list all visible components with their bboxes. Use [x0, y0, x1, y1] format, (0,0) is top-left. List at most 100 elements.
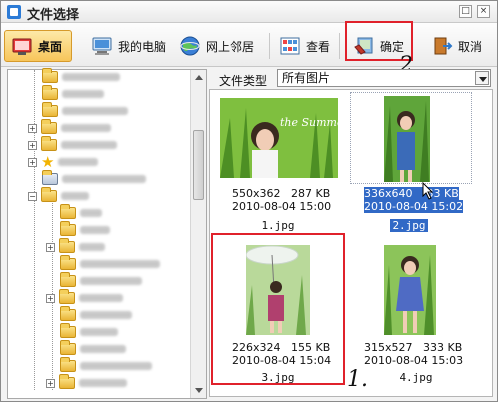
- tree-node[interactable]: [42, 68, 120, 84]
- tree-node-label: [61, 141, 117, 149]
- toolbar-separator: [269, 33, 270, 59]
- globe-icon: [179, 35, 201, 57]
- file-dims-size: 315x527 333 KB: [364, 341, 463, 354]
- photo-thumbnail[interactable]: the Summer story: [220, 98, 338, 178]
- collapse-toggle[interactable]: −: [28, 191, 37, 201]
- tree-node-label: [61, 192, 89, 200]
- tree-node-label: [62, 73, 120, 81]
- file-type-select[interactable]: 所有图片: [277, 69, 491, 87]
- desktop-label: 桌面: [38, 39, 63, 54]
- photo-thumbnail[interactable]: [384, 96, 430, 182]
- tree-node-label: [79, 294, 123, 302]
- tree-node-label: [80, 328, 118, 336]
- tree-scrollbar[interactable]: [190, 70, 206, 398]
- tree-node[interactable]: −: [28, 187, 89, 203]
- tree-node-label: [80, 277, 142, 285]
- chevron-down-icon[interactable]: [475, 71, 489, 85]
- tree-node[interactable]: [60, 323, 118, 339]
- expand-toggle[interactable]: +: [46, 378, 55, 388]
- folder-icon: [60, 306, 76, 321]
- photo-caption-text: the Summer story: [280, 116, 338, 129]
- tree-node-label: [62, 107, 128, 115]
- computer-icon: [91, 35, 113, 57]
- file-dims-size: 550x362 287 KB: [232, 187, 331, 200]
- folder-icon: [41, 119, 57, 134]
- file-type-value: 所有图片: [282, 71, 331, 85]
- tree-node[interactable]: +: [46, 289, 123, 305]
- scroll-up-arrow-icon[interactable]: [195, 75, 203, 80]
- tree-node-label: [62, 175, 146, 183]
- network-button[interactable]: 网上邻居: [173, 30, 260, 62]
- tree-node[interactable]: [60, 340, 126, 356]
- tree-node[interactable]: [60, 204, 102, 220]
- file-dims-size: 336x640 33 KB: [364, 187, 459, 200]
- tree-node-label: [79, 243, 105, 251]
- view-label: 查看: [306, 39, 331, 54]
- tree-node[interactable]: [42, 170, 146, 186]
- tree-node[interactable]: [60, 306, 132, 322]
- tree-node[interactable]: [60, 221, 110, 237]
- folder-icon: [60, 221, 76, 236]
- my-computer-button[interactable]: 我的电脑: [85, 30, 172, 62]
- cancel-button[interactable]: 取消: [425, 30, 488, 62]
- file-date: 2010-08-04 15:00: [232, 200, 332, 213]
- folder-icon: [59, 238, 75, 253]
- tree-node-label: [79, 379, 127, 387]
- tree-node[interactable]: [60, 255, 160, 271]
- expand-toggle[interactable]: +: [46, 293, 55, 303]
- star-icon: ★: [41, 153, 55, 171]
- annotation-step-1: 1.: [347, 367, 368, 392]
- folder-tree[interactable]: + + + ★ − + + +: [7, 68, 207, 399]
- scroll-down-arrow-icon[interactable]: [195, 388, 203, 393]
- file-type-label: 文件类型: [219, 74, 268, 88]
- document-folder-icon: [42, 170, 58, 185]
- tree-node-label: [80, 260, 160, 268]
- tree-node[interactable]: [60, 272, 142, 288]
- expand-toggle[interactable]: +: [28, 157, 37, 167]
- file-date: 2010-08-04 15:03: [364, 354, 464, 367]
- folder-icon: [60, 204, 76, 219]
- tree-node[interactable]: [60, 357, 152, 373]
- folder-icon: [59, 374, 75, 389]
- tree-node-label: [80, 209, 102, 217]
- annotation-box-item-3: [211, 233, 345, 385]
- desktop-button[interactable]: 桌面: [4, 30, 72, 62]
- tree-node[interactable]: +: [28, 136, 117, 152]
- photo-thumbnail[interactable]: [384, 245, 436, 335]
- maximize-button[interactable]: □: [459, 5, 472, 18]
- expand-toggle[interactable]: +: [28, 123, 37, 133]
- file-name[interactable]: 4.jpg: [386, 371, 446, 384]
- folder-icon: [42, 102, 58, 117]
- folder-icon: [42, 85, 58, 100]
- tree-node[interactable]: [42, 102, 128, 118]
- tree-node-label: [80, 226, 110, 234]
- tree-node[interactable]: + ★: [28, 153, 99, 171]
- tree-node[interactable]: [42, 85, 104, 101]
- tree-node-label: [80, 345, 126, 353]
- expand-toggle[interactable]: +: [46, 242, 55, 252]
- file-name[interactable]: 2.jpg: [390, 219, 428, 232]
- tree-node[interactable]: +: [46, 238, 105, 254]
- view-button[interactable]: 查看: [273, 30, 336, 62]
- folder-icon: [60, 357, 76, 372]
- folder-icon: [41, 187, 57, 202]
- folder-icon: [59, 289, 75, 304]
- tree-node[interactable]: +: [46, 374, 127, 390]
- file-date: 2010-08-04 15:02: [364, 200, 464, 213]
- tree-node-label: [62, 90, 104, 98]
- tree-node[interactable]: +: [28, 119, 111, 135]
- folder-icon: [60, 340, 76, 355]
- toolbar-separator: [339, 33, 340, 59]
- mouse-pointer-icon: [422, 182, 434, 200]
- folder-icon: [60, 255, 76, 270]
- network-label: 网上邻居: [206, 39, 255, 54]
- tree-node-label: [80, 362, 152, 370]
- exit-door-icon: [431, 35, 453, 57]
- folder-icon: [60, 272, 76, 287]
- file-select-dialog: 文件选择 □ × 桌面 我的电脑 网上邻居 查看 确定 取消 2. + + + …: [0, 0, 498, 402]
- scrollbar-thumb[interactable]: [193, 130, 204, 200]
- file-name[interactable]: 1.jpg: [248, 219, 308, 232]
- close-button[interactable]: ×: [477, 5, 490, 18]
- expand-toggle[interactable]: +: [28, 140, 37, 150]
- tree-guide-line: [52, 190, 53, 390]
